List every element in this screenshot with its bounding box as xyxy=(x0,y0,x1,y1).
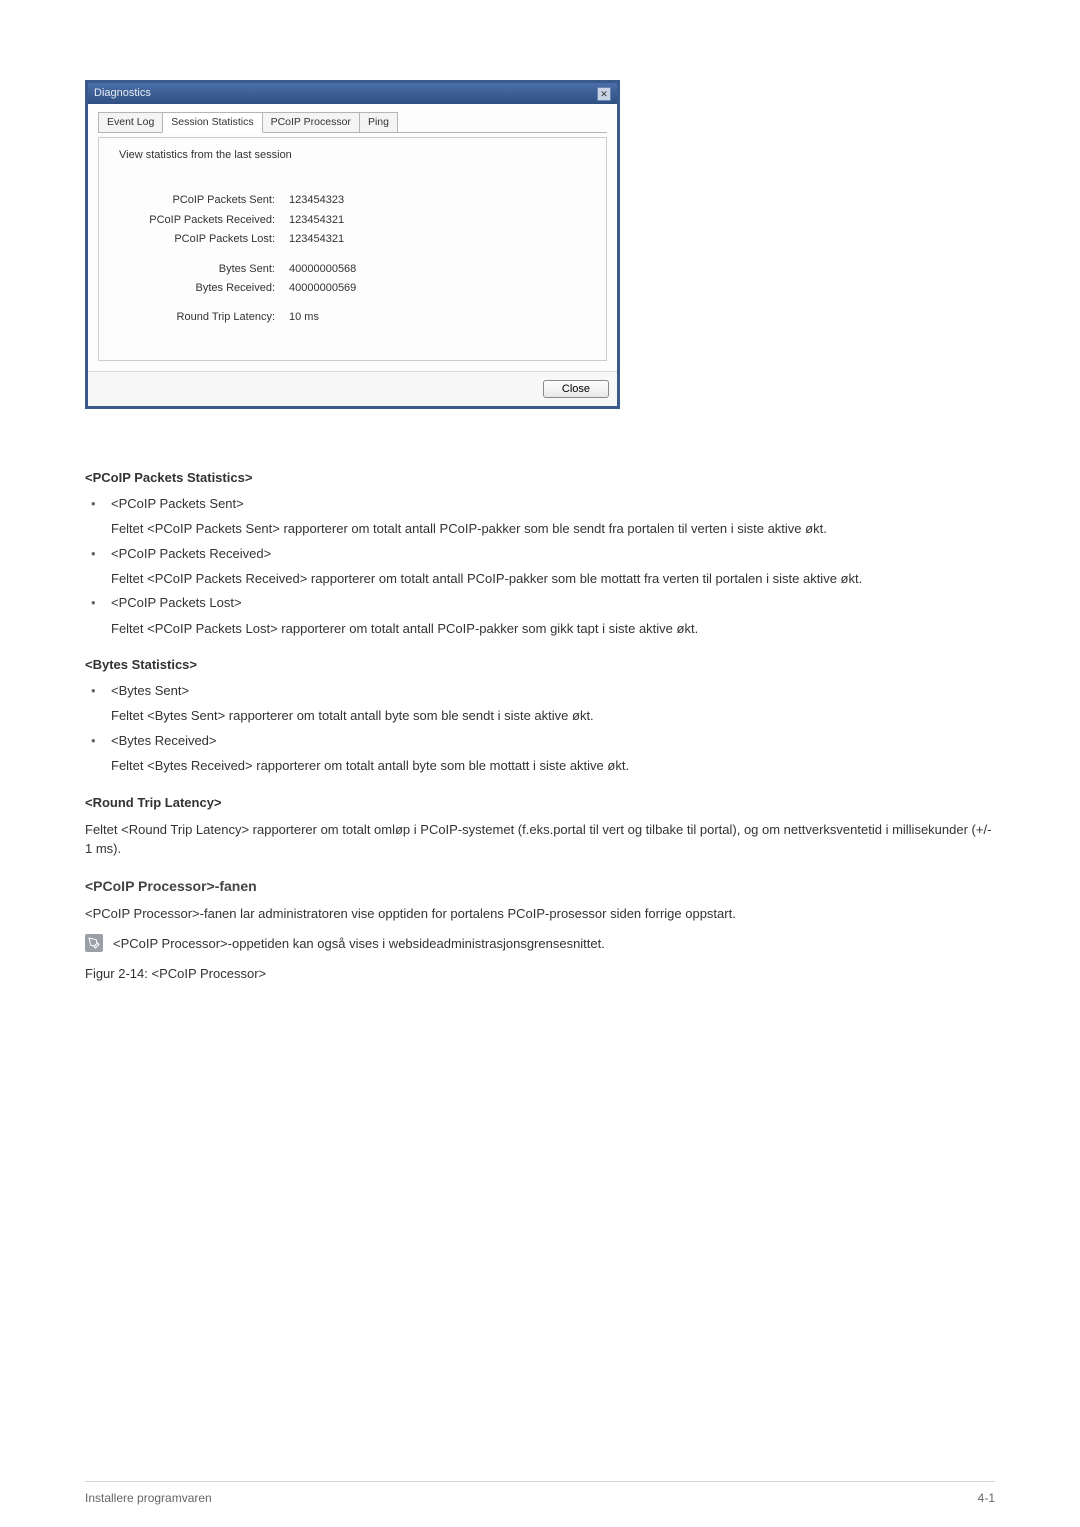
paragraph: Feltet <Bytes Sent> rapporterer om total… xyxy=(85,706,995,726)
bullet-item: <Bytes Sent> xyxy=(85,682,995,700)
stats-panel: View statistics from the last session PC… xyxy=(98,137,607,361)
stat-row: PCoIP Packets Received: 123454321 xyxy=(119,213,586,228)
stat-value: 40000000568 xyxy=(289,262,356,277)
stat-label: PCoIP Packets Lost: xyxy=(119,232,289,247)
tab-bar: Event Log Session Statistics PCoIP Proce… xyxy=(98,112,607,133)
dialog-bottom-bar: Close xyxy=(88,371,617,406)
bullet-item: <PCoIP Packets Received> xyxy=(85,545,995,563)
paragraph: Feltet <Round Trip Latency> rapporterer … xyxy=(85,820,995,859)
paragraph: <PCoIP Processor>-fanen lar administrato… xyxy=(85,904,995,924)
stat-label: Bytes Sent: xyxy=(119,262,289,277)
stat-row: PCoIP Packets Sent: 123454323 xyxy=(119,193,586,208)
note-block: <PCoIP Processor>-oppetiden kan også vis… xyxy=(85,934,995,953)
stat-row: Bytes Received: 40000000569 xyxy=(119,281,586,296)
heading-pcoip-processor-tab: <PCoIP Processor>-fanen xyxy=(85,877,995,897)
paragraph: Feltet <PCoIP Packets Sent> rapporterer … xyxy=(85,519,995,539)
stat-value: 123454321 xyxy=(289,232,344,247)
dialog-body: Event Log Session Statistics PCoIP Proce… xyxy=(88,104,617,370)
bullet-item: <PCoIP Packets Sent> xyxy=(85,495,995,513)
page-footer: Installere programvaren 4-1 xyxy=(85,1481,995,1507)
stat-label: Round Trip Latency: xyxy=(119,310,289,325)
stat-label: Bytes Received: xyxy=(119,281,289,296)
tab-event-log[interactable]: Event Log xyxy=(98,112,163,132)
paragraph: Feltet <Bytes Received> rapporterer om t… xyxy=(85,756,995,776)
panel-description: View statistics from the last session xyxy=(119,148,586,163)
stat-row: PCoIP Packets Lost: 123454321 xyxy=(119,232,586,247)
footer-section-title: Installere programvaren xyxy=(85,1490,212,1507)
paragraph: Feltet <PCoIP Packets Received> rapporte… xyxy=(85,569,995,589)
close-button[interactable]: Close xyxy=(543,380,609,398)
tab-ping[interactable]: Ping xyxy=(359,112,398,132)
diagnostics-dialog: Diagnostics ✕ Event Log Session Statisti… xyxy=(85,80,620,409)
bullet-item: <PCoIP Packets Lost> xyxy=(85,594,995,612)
diagnostics-dialog-figure: Diagnostics ✕ Event Log Session Statisti… xyxy=(85,80,995,409)
tab-session-statistics[interactable]: Session Statistics xyxy=(162,112,262,133)
tab-pcoip-processor[interactable]: PCoIP Processor xyxy=(262,112,360,132)
heading-round-trip-latency: <Round Trip Latency> xyxy=(85,794,995,812)
stat-value: 123454323 xyxy=(289,193,344,208)
page-number: 4-1 xyxy=(978,1490,995,1507)
stat-value: 123454321 xyxy=(289,213,344,228)
stat-row: Bytes Sent: 40000000568 xyxy=(119,262,586,277)
stat-label: PCoIP Packets Received: xyxy=(119,213,289,228)
heading-pcoip-packets-statistics: <PCoIP Packets Statistics> xyxy=(85,469,995,487)
note-text: <PCoIP Processor>-oppetiden kan også vis… xyxy=(113,934,605,953)
stat-row: Round Trip Latency: 10 ms xyxy=(119,310,586,325)
figure-caption: Figur 2-14: <PCoIP Processor> xyxy=(85,965,995,983)
stat-value: 40000000569 xyxy=(289,281,356,296)
stat-value: 10 ms xyxy=(289,310,319,325)
heading-bytes-statistics: <Bytes Statistics> xyxy=(85,656,995,674)
dialog-titlebar: Diagnostics ✕ xyxy=(88,83,617,104)
note-icon xyxy=(85,934,103,952)
close-icon[interactable]: ✕ xyxy=(597,87,611,101)
bullet-item: <Bytes Received> xyxy=(85,732,995,750)
paragraph: Feltet <PCoIP Packets Lost> rapporterer … xyxy=(85,619,995,639)
dialog-title: Diagnostics xyxy=(94,86,151,101)
stat-label: PCoIP Packets Sent: xyxy=(119,193,289,208)
